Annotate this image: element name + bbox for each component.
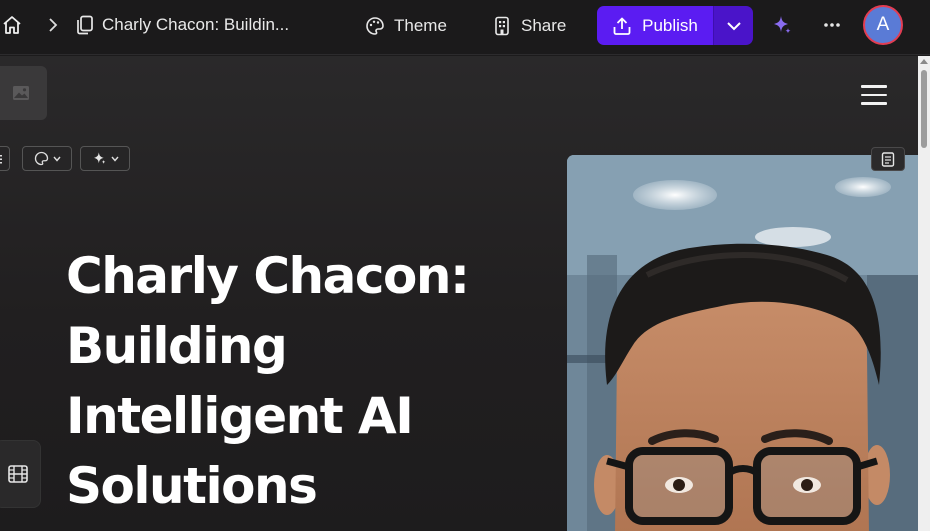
- chevron-down-icon: [726, 21, 741, 30]
- theme-button[interactable]: Theme: [365, 11, 447, 41]
- list-icon: [0, 154, 2, 163]
- more-icon: [824, 23, 840, 27]
- share-button[interactable]: Share: [494, 11, 566, 41]
- film-icon: [7, 465, 28, 483]
- menu-button[interactable]: [861, 85, 887, 105]
- block-handle-button[interactable]: [0, 146, 10, 171]
- share-label: Share: [521, 16, 567, 35]
- block-ai-button[interactable]: [80, 146, 130, 171]
- menu-icon: [861, 85, 887, 88]
- user-avatar[interactable]: A: [863, 5, 903, 45]
- chevron-down-icon: [52, 156, 61, 162]
- ai-assistant-button[interactable]: [771, 14, 793, 36]
- notes-icon: [881, 151, 895, 167]
- portrait-image[interactable]: [567, 155, 918, 531]
- page-notes-button[interactable]: [871, 147, 905, 171]
- portrait-illustration: [567, 155, 918, 531]
- publish-label: Publish: [642, 15, 698, 35]
- top-toolbar: Charly Chacon: Buildin... Theme Share Pu…: [0, 0, 930, 55]
- palette-icon: [34, 151, 48, 166]
- page-canvas: Charly Chacon: Building Intelligent AI S…: [0, 56, 918, 531]
- avatar-initial: A: [876, 14, 890, 35]
- chevron-down-icon: [110, 156, 119, 162]
- document-title: Charly Chacon: Buildin...: [102, 15, 290, 34]
- palette-icon: [366, 17, 384, 35]
- scroll-up-arrow[interactable]: [920, 59, 928, 64]
- sparkle-icon: [774, 16, 791, 34]
- document-icon: [77, 15, 93, 35]
- block-style-button[interactable]: [22, 146, 72, 171]
- breadcrumb-document[interactable]: Charly Chacon: Buildin...: [76, 13, 289, 37]
- home-button[interactable]: [0, 13, 24, 37]
- vertical-scrollbar[interactable]: [918, 56, 930, 531]
- home-icon: [3, 16, 21, 34]
- breadcrumb-separator: [44, 15, 62, 35]
- publish-split-button: Publish: [597, 6, 753, 45]
- image-placeholder-icon: [12, 86, 29, 100]
- media-panel-button[interactable]: [0, 440, 41, 508]
- publish-button[interactable]: Publish: [597, 6, 713, 45]
- publish-options-button[interactable]: [713, 6, 753, 45]
- logo-placeholder[interactable]: [0, 66, 47, 120]
- chevron-right-icon: [49, 18, 58, 32]
- sparkle-icon: [93, 152, 105, 164]
- hero-title[interactable]: Charly Chacon: Building Intelligent AI S…: [66, 241, 526, 521]
- upload-icon: [613, 17, 631, 35]
- theme-label: Theme: [394, 16, 447, 35]
- share-icon: [495, 16, 509, 36]
- scroll-thumb[interactable]: [921, 70, 927, 148]
- more-options-button[interactable]: [822, 14, 842, 36]
